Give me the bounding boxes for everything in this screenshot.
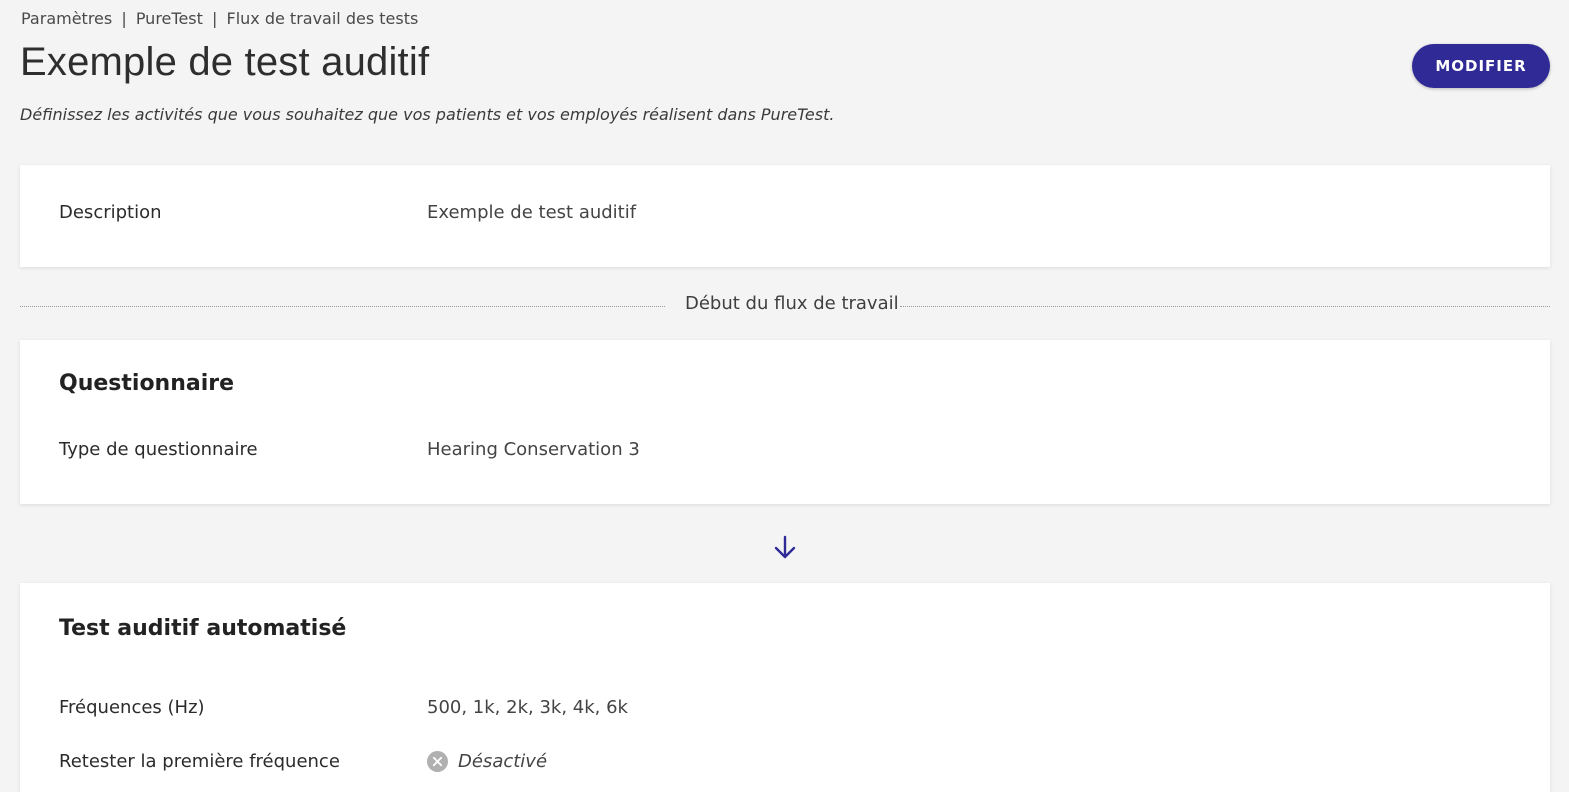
workflow-start-label: Début du flux de travail	[685, 293, 899, 314]
frequencies-value: 500, 1k, 2k, 3k, 4k, 6k	[427, 697, 628, 718]
automated-test-card: Test auditif automatisé Fréquences (Hz) …	[20, 583, 1550, 792]
breadcrumb-separator: |	[212, 9, 218, 28]
questionnaire-type-value: Hearing Conservation 3	[427, 439, 640, 460]
page-subtitle: Définissez les activités que vous souhai…	[20, 105, 835, 124]
workflow-start-divider: Début du flux de travail	[20, 293, 1550, 316]
breadcrumb-item-puretest[interactable]: PureTest	[136, 9, 203, 28]
x-circle-icon	[427, 751, 448, 772]
retest-first-frequency-label: Retester la première fréquence	[59, 751, 340, 772]
divider-line-left	[20, 306, 665, 307]
questionnaire-card: Questionnaire Type de questionnaire Hear…	[20, 340, 1550, 504]
description-label: Description	[59, 202, 162, 223]
frequencies-label: Fréquences (Hz)	[59, 697, 205, 718]
automated-test-title: Test auditif automatisé	[59, 616, 347, 641]
edit-button[interactable]: MODIFIER	[1412, 44, 1550, 88]
retest-status-text: Désactivé	[458, 751, 548, 772]
description-card: Description Exemple de test auditif	[20, 165, 1550, 267]
description-value: Exemple de test auditif	[427, 202, 637, 223]
retest-status: Désactivé	[427, 751, 547, 772]
questionnaire-type-label: Type de questionnaire	[59, 439, 258, 460]
questionnaire-title: Questionnaire	[59, 371, 235, 396]
arrow-down-icon	[774, 535, 796, 559]
breadcrumb-item-workflows[interactable]: Flux de travail des tests	[226, 9, 418, 28]
page-title: Exemple de test auditif	[20, 40, 430, 84]
workflow-settings-page: Paramètres | PureTest | Flux de travail …	[0, 0, 1569, 792]
breadcrumb-separator: |	[121, 9, 127, 28]
divider-line-right	[900, 306, 1550, 307]
breadcrumb-item-settings[interactable]: Paramètres	[21, 9, 112, 28]
breadcrumb: Paramètres | PureTest | Flux de travail …	[21, 9, 418, 28]
